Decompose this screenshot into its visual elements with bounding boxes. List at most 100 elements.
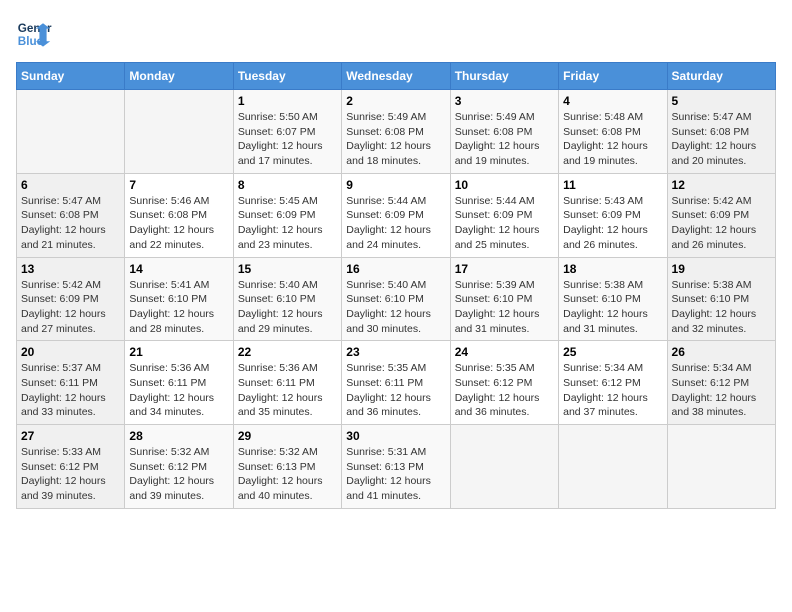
day-info: Sunrise: 5:35 AM Sunset: 6:11 PM Dayligh… [346, 361, 445, 420]
day-info: Sunrise: 5:33 AM Sunset: 6:12 PM Dayligh… [21, 445, 120, 504]
calendar-cell: 13 Sunrise: 5:42 AM Sunset: 6:09 PM Dayli… [17, 257, 125, 341]
day-number: 3 [455, 94, 554, 108]
day-info: Sunrise: 5:40 AM Sunset: 6:10 PM Dayligh… [346, 278, 445, 337]
day-number: 13 [21, 262, 120, 276]
day-number: 30 [346, 429, 445, 443]
day-number: 21 [129, 345, 228, 359]
calendar-cell: 12Sunrise: 5:42 AM Sunset: 6:09 PM Dayli… [667, 173, 775, 257]
calendar-cell: 4 Sunrise: 5:48 AM Sunset: 6:08 PM Daylig… [559, 90, 667, 174]
day-info: Sunrise: 5:47 AM Sunset: 6:08 PM Dayligh… [672, 110, 771, 169]
day-info: Sunrise: 5:42 AM Sunset: 6:09 PM Dayligh… [672, 194, 771, 253]
day-info: Sunrise: 5:46 AM Sunset: 6:08 PM Dayligh… [129, 194, 228, 253]
day-info: Sunrise: 5:34 AM Sunset: 6:12 PM Dayligh… [672, 361, 771, 420]
day-number: 6 [21, 178, 120, 192]
day-info: Sunrise: 5:47 AM Sunset: 6:08 PM Dayligh… [21, 194, 120, 253]
calendar-cell: 20 Sunrise: 5:37 AM Sunset: 6:11 PM Dayli… [17, 341, 125, 425]
calendar-cell [667, 425, 775, 509]
day-info: Sunrise: 5:44 AM Sunset: 6:09 PM Dayligh… [346, 194, 445, 253]
day-number: 15 [238, 262, 337, 276]
day-number: 20 [21, 345, 120, 359]
calendar-cell: 11Sunrise: 5:43 AM Sunset: 6:09 PM Dayli… [559, 173, 667, 257]
day-info: Sunrise: 5:44 AM Sunset: 6:09 PM Dayligh… [455, 194, 554, 253]
day-number: 1 [238, 94, 337, 108]
calendar-week-2: 6 Sunrise: 5:47 AM Sunset: 6:08 PM Daylig… [17, 173, 776, 257]
calendar-cell [125, 90, 233, 174]
day-number: 7 [129, 178, 228, 192]
calendar-cell: 15 Sunrise: 5:40 AM Sunset: 6:10 PM Dayli… [233, 257, 341, 341]
day-number: 22 [238, 345, 337, 359]
calendar-cell: 19 Sunrise: 5:38 AM Sunset: 6:10 PM Dayli… [667, 257, 775, 341]
day-info: Sunrise: 5:39 AM Sunset: 6:10 PM Dayligh… [455, 278, 554, 337]
day-info: Sunrise: 5:32 AM Sunset: 6:13 PM Dayligh… [238, 445, 337, 504]
calendar-cell [450, 425, 558, 509]
calendar-body: 1 Sunrise: 5:50 AM Sunset: 6:07 PM Daylig… [17, 90, 776, 509]
day-number: 14 [129, 262, 228, 276]
calendar-cell: 27 Sunrise: 5:33 AM Sunset: 6:12 PM Dayli… [17, 425, 125, 509]
day-info: Sunrise: 5:40 AM Sunset: 6:10 PM Dayligh… [238, 278, 337, 337]
day-number: 17 [455, 262, 554, 276]
weekday-sunday: Sunday [17, 63, 125, 90]
calendar-cell: 3 Sunrise: 5:49 AM Sunset: 6:08 PM Daylig… [450, 90, 558, 174]
day-info: Sunrise: 5:36 AM Sunset: 6:11 PM Dayligh… [129, 361, 228, 420]
calendar-week-1: 1 Sunrise: 5:50 AM Sunset: 6:07 PM Daylig… [17, 90, 776, 174]
day-info: Sunrise: 5:45 AM Sunset: 6:09 PM Dayligh… [238, 194, 337, 253]
calendar-cell: 9 Sunrise: 5:44 AM Sunset: 6:09 PM Daylig… [342, 173, 450, 257]
day-info: Sunrise: 5:41 AM Sunset: 6:10 PM Dayligh… [129, 278, 228, 337]
day-info: Sunrise: 5:36 AM Sunset: 6:11 PM Dayligh… [238, 361, 337, 420]
day-number: 4 [563, 94, 662, 108]
day-number: 5 [672, 94, 771, 108]
calendar-cell: 23Sunrise: 5:35 AM Sunset: 6:11 PM Dayli… [342, 341, 450, 425]
day-info: Sunrise: 5:49 AM Sunset: 6:08 PM Dayligh… [346, 110, 445, 169]
weekday-friday: Friday [559, 63, 667, 90]
calendar-cell: 7 Sunrise: 5:46 AM Sunset: 6:08 PM Daylig… [125, 173, 233, 257]
calendar-cell: 6 Sunrise: 5:47 AM Sunset: 6:08 PM Daylig… [17, 173, 125, 257]
calendar-cell: 1 Sunrise: 5:50 AM Sunset: 6:07 PM Daylig… [233, 90, 341, 174]
day-info: Sunrise: 5:35 AM Sunset: 6:12 PM Dayligh… [455, 361, 554, 420]
calendar-cell: 17 Sunrise: 5:39 AM Sunset: 6:10 PM Dayli… [450, 257, 558, 341]
day-info: Sunrise: 5:50 AM Sunset: 6:07 PM Dayligh… [238, 110, 337, 169]
day-number: 24 [455, 345, 554, 359]
weekday-tuesday: Tuesday [233, 63, 341, 90]
calendar-cell: 2 Sunrise: 5:49 AM Sunset: 6:08 PM Daylig… [342, 90, 450, 174]
day-info: Sunrise: 5:49 AM Sunset: 6:08 PM Dayligh… [455, 110, 554, 169]
page-header: General Blue [16, 16, 776, 52]
weekday-saturday: Saturday [667, 63, 775, 90]
calendar-cell: 14 Sunrise: 5:41 AM Sunset: 6:10 PM Dayli… [125, 257, 233, 341]
logo-icon: General Blue [16, 16, 52, 52]
calendar-cell: 24 Sunrise: 5:35 AM Sunset: 6:12 PM Dayli… [450, 341, 558, 425]
day-number: 25 [563, 345, 662, 359]
calendar-cell: 10 Sunrise: 5:44 AM Sunset: 6:09 PM Dayli… [450, 173, 558, 257]
day-info: Sunrise: 5:37 AM Sunset: 6:11 PM Dayligh… [21, 361, 120, 420]
calendar-header: SundayMondayTuesdayWednesdayThursdayFrid… [17, 63, 776, 90]
day-number: 8 [238, 178, 337, 192]
calendar-cell: 18Sunrise: 5:38 AM Sunset: 6:10 PM Dayli… [559, 257, 667, 341]
weekday-wednesday: Wednesday [342, 63, 450, 90]
calendar-cell: 22 Sunrise: 5:36 AM Sunset: 6:11 PM Dayli… [233, 341, 341, 425]
day-info: Sunrise: 5:38 AM Sunset: 6:10 PM Dayligh… [563, 278, 662, 337]
day-number: 29 [238, 429, 337, 443]
day-info: Sunrise: 5:32 AM Sunset: 6:12 PM Dayligh… [129, 445, 228, 504]
calendar-cell: 28 Sunrise: 5:32 AM Sunset: 6:12 PM Dayli… [125, 425, 233, 509]
calendar-cell: 25 Sunrise: 5:34 AM Sunset: 6:12 PM Dayli… [559, 341, 667, 425]
calendar-cell: 26Sunrise: 5:34 AM Sunset: 6:12 PM Dayli… [667, 341, 775, 425]
weekday-header-row: SundayMondayTuesdayWednesdayThursdayFrid… [17, 63, 776, 90]
calendar-week-5: 27 Sunrise: 5:33 AM Sunset: 6:12 PM Dayli… [17, 425, 776, 509]
day-info: Sunrise: 5:38 AM Sunset: 6:10 PM Dayligh… [672, 278, 771, 337]
day-number: 16 [346, 262, 445, 276]
day-number: 28 [129, 429, 228, 443]
calendar-cell: 29 Sunrise: 5:32 AM Sunset: 6:13 PM Dayli… [233, 425, 341, 509]
day-info: Sunrise: 5:31 AM Sunset: 6:13 PM Dayligh… [346, 445, 445, 504]
day-number: 2 [346, 94, 445, 108]
calendar-table: SundayMondayTuesdayWednesdayThursdayFrid… [16, 62, 776, 509]
day-number: 10 [455, 178, 554, 192]
day-number: 9 [346, 178, 445, 192]
calendar-cell: 5 Sunrise: 5:47 AM Sunset: 6:08 PM Daylig… [667, 90, 775, 174]
calendar-cell [17, 90, 125, 174]
day-info: Sunrise: 5:42 AM Sunset: 6:09 PM Dayligh… [21, 278, 120, 337]
day-info: Sunrise: 5:48 AM Sunset: 6:08 PM Dayligh… [563, 110, 662, 169]
calendar-cell: 16 Sunrise: 5:40 AM Sunset: 6:10 PM Dayli… [342, 257, 450, 341]
day-number: 27 [21, 429, 120, 443]
day-number: 19 [672, 262, 771, 276]
day-info: Sunrise: 5:34 AM Sunset: 6:12 PM Dayligh… [563, 361, 662, 420]
calendar-cell: 30 Sunrise: 5:31 AM Sunset: 6:13 PM Dayli… [342, 425, 450, 509]
